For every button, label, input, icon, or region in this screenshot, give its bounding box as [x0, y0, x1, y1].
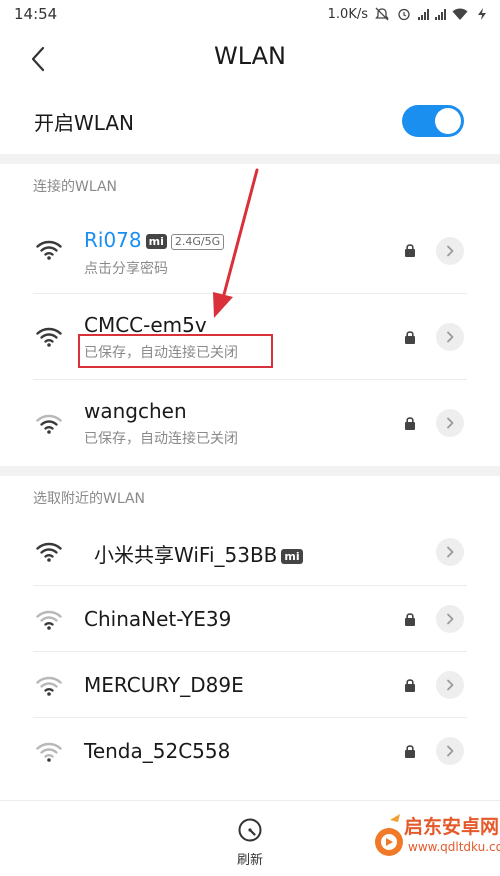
lock-icon [405, 331, 415, 344]
network-details-button[interactable] [436, 737, 464, 765]
refresh-icon [238, 818, 262, 842]
network-details-button[interactable] [436, 323, 464, 351]
refresh-label: 刷新 [236, 853, 263, 868]
wifi-network-status: 已保存，自动连接已关闭 [84, 431, 238, 447]
mi-logo-icon: mi [281, 549, 303, 564]
wifi-signal-icon [36, 240, 62, 260]
wifi-network-name: Ri078 [84, 228, 142, 252]
lock-icon [405, 244, 415, 257]
page-header: WLAN [0, 28, 500, 88]
chevron-right-icon [447, 417, 454, 429]
wifi-signal-icon [36, 610, 62, 630]
status-icons: 1.0K/s [328, 7, 490, 22]
wlan-toggle-row: 开启WLAN [0, 88, 500, 154]
section-divider [0, 466, 500, 476]
network-details-button[interactable] [436, 237, 464, 265]
wifi-signal-icon [36, 676, 62, 696]
lock-icon [405, 745, 415, 758]
net-speed: 1.0K/s [327, 6, 368, 22]
connected-section-label: 连接的WLAN [33, 179, 118, 195]
highlight-box [78, 334, 273, 368]
charging-icon [478, 8, 486, 20]
wifi-signal-icon [36, 742, 62, 762]
lock-icon [405, 613, 415, 626]
section-divider [0, 154, 500, 164]
wifi-network-row[interactable]: ChinaNet-YE39 [0, 586, 500, 652]
watermark-url: www.qdltdku.com [408, 840, 500, 854]
signal-icon [418, 8, 429, 20]
wifi-network-name: Tenda_52C558 [84, 739, 231, 763]
wifi-name-line: Ri078 mi 2.4G/5G [84, 228, 225, 252]
signal-icon [435, 8, 446, 20]
chevron-right-icon [447, 245, 454, 257]
chevron-right-icon [447, 613, 454, 625]
wifi-network-name: MERCURY_D89E [84, 673, 244, 697]
refresh-button[interactable]: 刷新 [222, 817, 278, 869]
mi-logo-icon: mi [145, 234, 167, 249]
wifi-network-row[interactable]: MERCURY_D89E [0, 652, 500, 718]
toggle-knob [435, 108, 461, 134]
wlan-toggle-label: 开启WLAN [34, 110, 135, 135]
wifi-network-name: wangchen [84, 399, 187, 423]
wifi-signal-icon [36, 414, 62, 434]
wifi-network-row[interactable]: wangchen 已保存，自动连接已关闭 [0, 380, 500, 466]
lock-icon [405, 417, 415, 430]
status-time: 14:54 [14, 5, 58, 23]
wifi-network-name: ChinaNet-YE39 [84, 607, 232, 631]
network-details-button[interactable] [436, 605, 464, 633]
wlan-toggle-switch[interactable] [402, 105, 464, 137]
page-title: WLAN [213, 42, 287, 70]
mute-icon [375, 7, 389, 21]
wifi-name-line: 小米共享WiFi_53BB mi [94, 539, 303, 568]
network-details-button[interactable] [436, 409, 464, 437]
chevron-right-icon [447, 331, 454, 343]
lock-icon [405, 679, 415, 692]
nearby-section-label: 选取附近的WLAN [33, 491, 146, 507]
wifi-signal-icon [36, 542, 62, 562]
alarm-icon [398, 8, 410, 21]
watermark-text: 启东安卓网 [404, 816, 500, 838]
wifi-network-row[interactable]: 小米共享WiFi_53BB mi [0, 518, 500, 586]
share-password-hint[interactable]: 点击分享密码 [84, 258, 168, 278]
network-details-button[interactable] [436, 538, 464, 566]
wifi-network-row[interactable]: Ri078 mi 2.4G/5G 点击分享密码 [0, 206, 500, 294]
chevron-right-icon [447, 679, 454, 691]
band-badge: 2.4G/5G [170, 233, 225, 250]
network-details-button[interactable] [436, 671, 464, 699]
chevron-right-icon [447, 745, 454, 757]
wifi-network-row[interactable]: Tenda_52C558 [0, 718, 500, 784]
wifi-network-name: 小米共享WiFi_53BB [94, 543, 278, 567]
wifi-signal-icon [36, 327, 62, 347]
chevron-right-icon [447, 546, 454, 558]
status-bar: 14:54 1.0K/s [0, 0, 500, 28]
wifi-status-icon [452, 8, 468, 20]
